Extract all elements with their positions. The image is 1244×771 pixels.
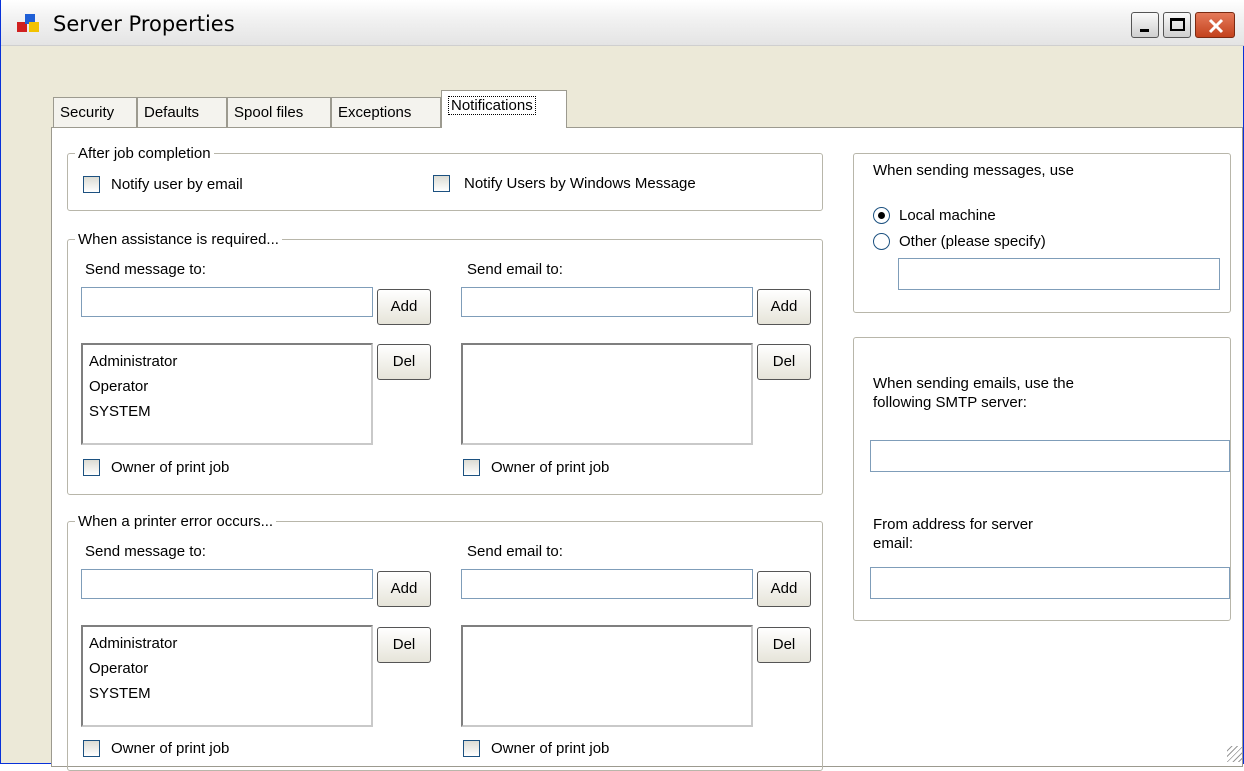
from-label-line1: From address for server — [873, 516, 1034, 533]
notify-windows-checkbox[interactable] — [433, 175, 450, 192]
maximize-button[interactable] — [1163, 12, 1191, 38]
printer-error-send-message-label: Send message to: — [85, 543, 206, 560]
other-label: Other (please specify) — [899, 233, 1046, 250]
assistance-owner-message-checkbox[interactable] — [83, 459, 100, 476]
assistance-legend: When assistance is required... — [75, 231, 282, 248]
other-radio[interactable] — [873, 233, 890, 250]
maximize-icon — [1170, 18, 1185, 31]
from-address-input[interactable] — [870, 567, 1230, 599]
assistance-message-del-button[interactable]: Del — [377, 344, 431, 380]
printer-error-owner-message-checkbox[interactable] — [83, 740, 100, 757]
window: Server Properties Security Defaults Spoo… — [0, 0, 1244, 771]
list-item[interactable]: Operator — [89, 374, 365, 399]
other-machine-input[interactable] — [898, 258, 1220, 290]
list-item[interactable]: SYSTEM — [89, 399, 365, 424]
smtp-label-line1: When sending emails, use the — [873, 375, 1074, 392]
tab-label: Defaults — [144, 104, 200, 121]
assistance-owner-email-label: Owner of print job — [491, 459, 610, 476]
resize-grip-icon[interactable] — [1227, 746, 1243, 762]
printer-error-owner-email-label: Owner of print job — [491, 740, 610, 757]
printer-error-email-del-button[interactable]: Del — [757, 627, 811, 663]
smtp-server-input[interactable] — [870, 440, 1230, 472]
tab-label: Exceptions — [338, 104, 412, 121]
tab-security[interactable]: Security — [53, 97, 137, 127]
from-label-line2: email: — [873, 535, 914, 552]
app-icon — [17, 14, 39, 32]
assistance-owner-email-checkbox[interactable] — [463, 459, 480, 476]
assistance-owner-message-label: Owner of print job — [111, 459, 230, 476]
notify-email-checkbox[interactable] — [83, 176, 100, 193]
close-icon — [1208, 18, 1224, 34]
printer-error-owner-email-checkbox[interactable] — [463, 740, 480, 757]
window-title: Server Properties — [53, 12, 235, 36]
printer-error-send-email-label: Send email to: — [467, 543, 563, 560]
printer-error-email-list[interactable] — [461, 625, 753, 727]
smtp-label-line2: following SMTP server: — [873, 394, 1027, 411]
assistance-message-input[interactable] — [81, 287, 373, 317]
assistance-email-add-button[interactable]: Add — [757, 289, 811, 325]
assistance-email-del-button[interactable]: Del — [757, 344, 811, 380]
list-item[interactable]: SYSTEM — [89, 681, 365, 706]
assistance-email-list[interactable] — [461, 343, 753, 445]
printer-error-message-input[interactable] — [81, 569, 373, 599]
assistance-message-add-button[interactable]: Add — [377, 289, 431, 325]
local-machine-label: Local machine — [899, 207, 996, 224]
list-item[interactable]: Administrator — [89, 631, 365, 656]
title-bar[interactable]: Server Properties — [1, 0, 1244, 46]
messages-heading: When sending messages, use — [873, 162, 1074, 179]
tab-spool-files[interactable]: Spool files — [227, 97, 331, 127]
printer-error-email-add-button[interactable]: Add — [757, 571, 811, 607]
list-item[interactable]: Operator — [89, 656, 365, 681]
tab-label: Security — [60, 104, 115, 121]
printer-error-message-list[interactable]: Administrator Operator SYSTEM — [81, 625, 373, 727]
printer-error-owner-message-label: Owner of print job — [111, 740, 230, 757]
printer-error-message-del-button[interactable]: Del — [377, 627, 431, 663]
printer-error-message-add-button[interactable]: Add — [377, 571, 431, 607]
local-machine-radio[interactable] — [873, 207, 890, 224]
notify-windows-label: Notify Users by Windows Message — [464, 175, 696, 192]
minimize-button[interactable] — [1131, 12, 1159, 38]
printer-error-email-input[interactable] — [461, 569, 753, 599]
assistance-send-email-label: Send email to: — [467, 261, 563, 278]
assistance-email-input[interactable] — [461, 287, 753, 317]
from-address-label: From address for server email: — [873, 515, 1033, 553]
minimize-icon — [1140, 29, 1149, 32]
list-item[interactable]: Administrator — [89, 349, 365, 374]
notify-email-label: Notify user by email — [111, 176, 243, 193]
tab-label: Notifications — [448, 96, 536, 115]
tab-notifications[interactable]: Notifications — [441, 90, 567, 128]
after-job-legend: After job completion — [75, 145, 214, 162]
tab-exceptions[interactable]: Exceptions — [331, 97, 441, 127]
assistance-message-list[interactable]: Administrator Operator SYSTEM — [81, 343, 373, 445]
tab-label: Spool files — [234, 104, 304, 121]
smtp-label: When sending emails, use the following S… — [873, 374, 1074, 412]
tab-defaults[interactable]: Defaults — [137, 97, 227, 127]
assistance-send-message-label: Send message to: — [85, 261, 206, 278]
printer-error-legend: When a printer error occurs... — [75, 513, 277, 530]
close-button[interactable] — [1195, 12, 1235, 38]
